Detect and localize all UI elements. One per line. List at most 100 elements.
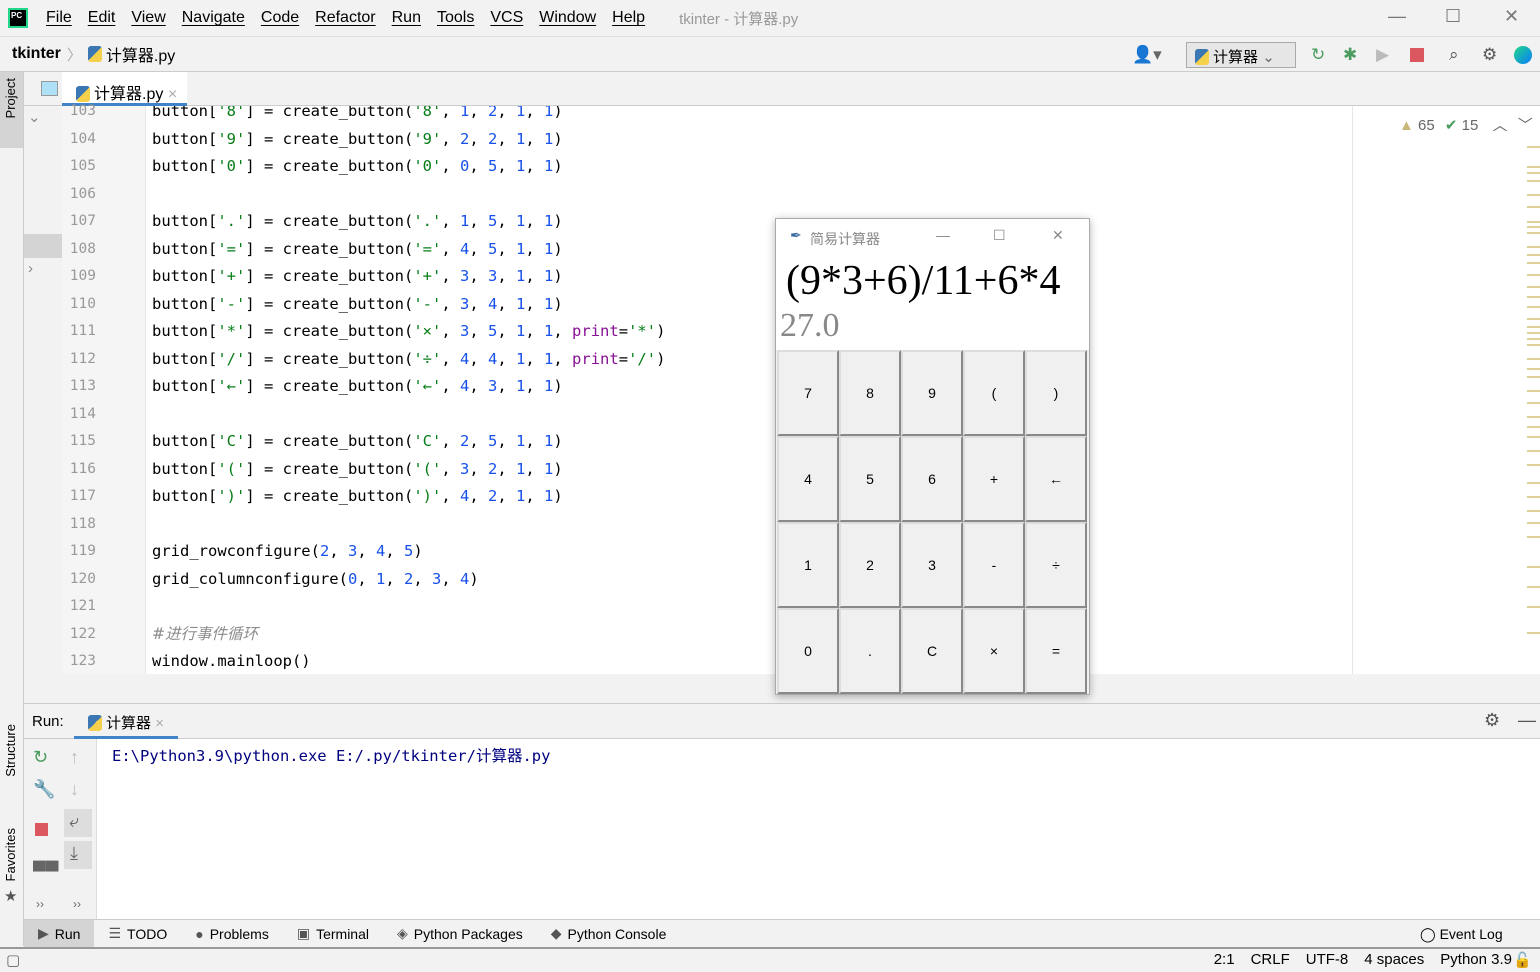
more-icon[interactable]: ›› [73, 897, 81, 911]
coverage-icon[interactable]: ▶ [1376, 45, 1389, 65]
code-line[interactable]: button['C'] = create_button('C', 2, 5, 1… [152, 428, 563, 455]
calc-button-0[interactable]: 7 [777, 350, 839, 436]
calc-button-6[interactable]: 5 [839, 436, 901, 522]
jetbrains-icon[interactable] [1514, 46, 1532, 64]
menu-refactor[interactable]: Refactor [315, 9, 375, 27]
structure-tool-tab[interactable]: Structure [3, 724, 18, 777]
gear-icon[interactable]: ⚙ [1482, 45, 1497, 65]
toggle-tool-windows-icon[interactable]: ▢ [6, 951, 20, 969]
favorites-tool-tab[interactable]: Favorites [3, 828, 18, 881]
warning-count[interactable]: 65 [1418, 117, 1435, 134]
calc-minimize-button[interactable]: — [936, 227, 950, 243]
code-line[interactable]: window.mainloop() [152, 648, 311, 674]
menu-run[interactable]: Run [392, 9, 421, 27]
calc-button-10[interactable]: 1 [777, 522, 839, 608]
maximize-button[interactable]: ☐ [1445, 6, 1461, 27]
code-line[interactable]: #进行事件循环 [152, 621, 258, 648]
calc-button-1[interactable]: 8 [839, 350, 901, 436]
hide-panel-icon[interactable]: — [1518, 710, 1536, 731]
code-line[interactable]: button['9'] = create_button('9', 2, 2, 1… [152, 126, 563, 153]
code-line[interactable]: button['-'] = create_button('-', 3, 4, 1… [152, 291, 563, 318]
menu-edit[interactable]: Edit [88, 9, 116, 27]
code-line[interactable]: button['←'] = create_button('←', 4, 3, 1… [152, 373, 563, 400]
chevron-down-icon[interactable]: ⌄ [28, 108, 41, 126]
bottom-tab-todo[interactable]: ☰ TODO [94, 920, 181, 948]
calc-button-11[interactable]: 2 [839, 522, 901, 608]
code-line[interactable]: grid_rowconfigure(2, 3, 4, 5) [152, 538, 423, 565]
calc-button-2[interactable]: 9 [901, 350, 963, 436]
calc-button-17[interactable]: C [901, 608, 963, 694]
layout-icon[interactable]: ▀▀ [33, 861, 59, 882]
calc-button-8[interactable]: + [963, 436, 1025, 522]
indent-setting[interactable]: 4 spaces [1364, 951, 1424, 968]
breadcrumb-file[interactable]: 计算器.py [106, 42, 175, 66]
code-editor[interactable]: button['8'] = create_button('8', 1, 2, 1… [146, 106, 1352, 674]
calc-button-14[interactable]: ÷ [1025, 522, 1087, 608]
search-icon[interactable]: ⌕ [1449, 45, 1459, 65]
code-line[interactable]: button['.'] = create_button('.', 1, 5, 1… [152, 208, 563, 235]
stop-icon[interactable] [1410, 48, 1424, 62]
bottom-tab-run[interactable]: ▶ Run [24, 919, 95, 948]
close-button[interactable]: ✕ [1504, 6, 1519, 27]
calc-button-7[interactable]: 6 [901, 436, 963, 522]
bottom-tab-python-console[interactable]: ◆ Python Console [537, 920, 681, 948]
rerun-icon[interactable]: ↻ [1311, 45, 1325, 65]
code-line[interactable]: button['*'] = create_button('×', 3, 5, 1… [152, 318, 665, 345]
calc-button-9[interactable]: ← [1025, 436, 1087, 522]
breadcrumb-project[interactable]: tkinter [12, 45, 61, 63]
debug-icon[interactable]: ✱ [1343, 45, 1357, 65]
menu-tools[interactable]: Tools [437, 9, 474, 27]
arrow-up-icon[interactable]: ↑ [70, 747, 79, 768]
calc-button-13[interactable]: - [963, 522, 1025, 608]
line-separator[interactable]: CRLF [1251, 951, 1290, 968]
close-run-tab-icon[interactable]: × [155, 715, 164, 732]
code-line[interactable]: grid_columnconfigure(0, 1, 2, 3, 4) [152, 566, 479, 593]
arrow-down-icon[interactable]: ↓ [70, 779, 79, 800]
bottom-tab-problems[interactable]: ● Problems [181, 920, 283, 948]
wrench-icon[interactable]: 🔧 [33, 779, 55, 800]
project-view-icon[interactable] [41, 81, 58, 96]
calc-button-3[interactable]: ( [963, 350, 1025, 436]
scroll-to-end-icon[interactable]: ⤓ [64, 841, 92, 869]
more-icon[interactable]: ›› [36, 897, 44, 911]
caret-position[interactable]: 2:1 [1214, 951, 1235, 968]
run-config-selector[interactable]: 计算器 ⌄ [1186, 42, 1296, 68]
file-encoding[interactable]: UTF-8 [1306, 951, 1349, 968]
weak-warning-count[interactable]: 15 [1462, 117, 1479, 134]
calc-button-4[interactable]: ) [1025, 350, 1087, 436]
menu-file[interactable]: File [46, 9, 72, 27]
project-tool-tab[interactable]: Project [3, 78, 18, 118]
calc-button-12[interactable]: 3 [901, 522, 963, 608]
calc-button-5[interactable]: 4 [777, 436, 839, 522]
code-line[interactable]: button['('] = create_button('(', 3, 2, 1… [152, 456, 563, 483]
menu-navigate[interactable]: Navigate [182, 9, 245, 27]
code-line[interactable]: button['0'] = create_button('0', 0, 5, 1… [152, 153, 563, 180]
soft-wrap-icon[interactable]: ⤶ [64, 809, 92, 837]
event-log-button[interactable]: ◯ Event Log [1420, 926, 1503, 943]
code-line[interactable]: button[')'] = create_button(')', 4, 2, 1… [152, 483, 563, 510]
calc-button-19[interactable]: = [1025, 608, 1087, 694]
stop-icon[interactable] [35, 823, 48, 836]
minimize-button[interactable]: — [1388, 6, 1406, 27]
python-interpreter[interactable]: Python 3.9 [1440, 951, 1512, 968]
calc-maximize-button[interactable]: ☐ [993, 227, 1006, 244]
code-line[interactable]: button['/'] = create_button('÷', 4, 4, 1… [152, 346, 665, 373]
previous-highlight-icon[interactable]: ︿ [1493, 117, 1508, 134]
user-icon[interactable]: 👤▾ [1132, 45, 1162, 65]
run-tab[interactable]: 计算器 × [74, 704, 178, 739]
chevron-right-icon[interactable]: › [28, 260, 33, 277]
error-stripe[interactable] [1527, 146, 1540, 646]
code-line[interactable]: button['8'] = create_button('8', 1, 2, 1… [152, 106, 563, 125]
calc-button-18[interactable]: × [963, 608, 1025, 694]
close-tab-icon[interactable]: × [168, 86, 177, 103]
menu-view[interactable]: View [131, 9, 165, 27]
menu-window[interactable]: Window [539, 9, 596, 27]
bottom-tab-python-packages[interactable]: ◈ Python Packages [383, 920, 537, 948]
lock-icon[interactable]: 🔓 [1513, 951, 1532, 969]
menu-help[interactable]: Help [612, 9, 645, 27]
gear-icon[interactable]: ⚙ [1484, 710, 1500, 731]
bottom-tab-terminal[interactable]: ▣ Terminal [283, 920, 383, 948]
code-line[interactable]: button['+'] = create_button('+', 3, 3, 1… [152, 263, 563, 290]
calc-button-16[interactable]: . [839, 608, 901, 694]
rerun-icon[interactable]: ↻ [33, 747, 48, 768]
